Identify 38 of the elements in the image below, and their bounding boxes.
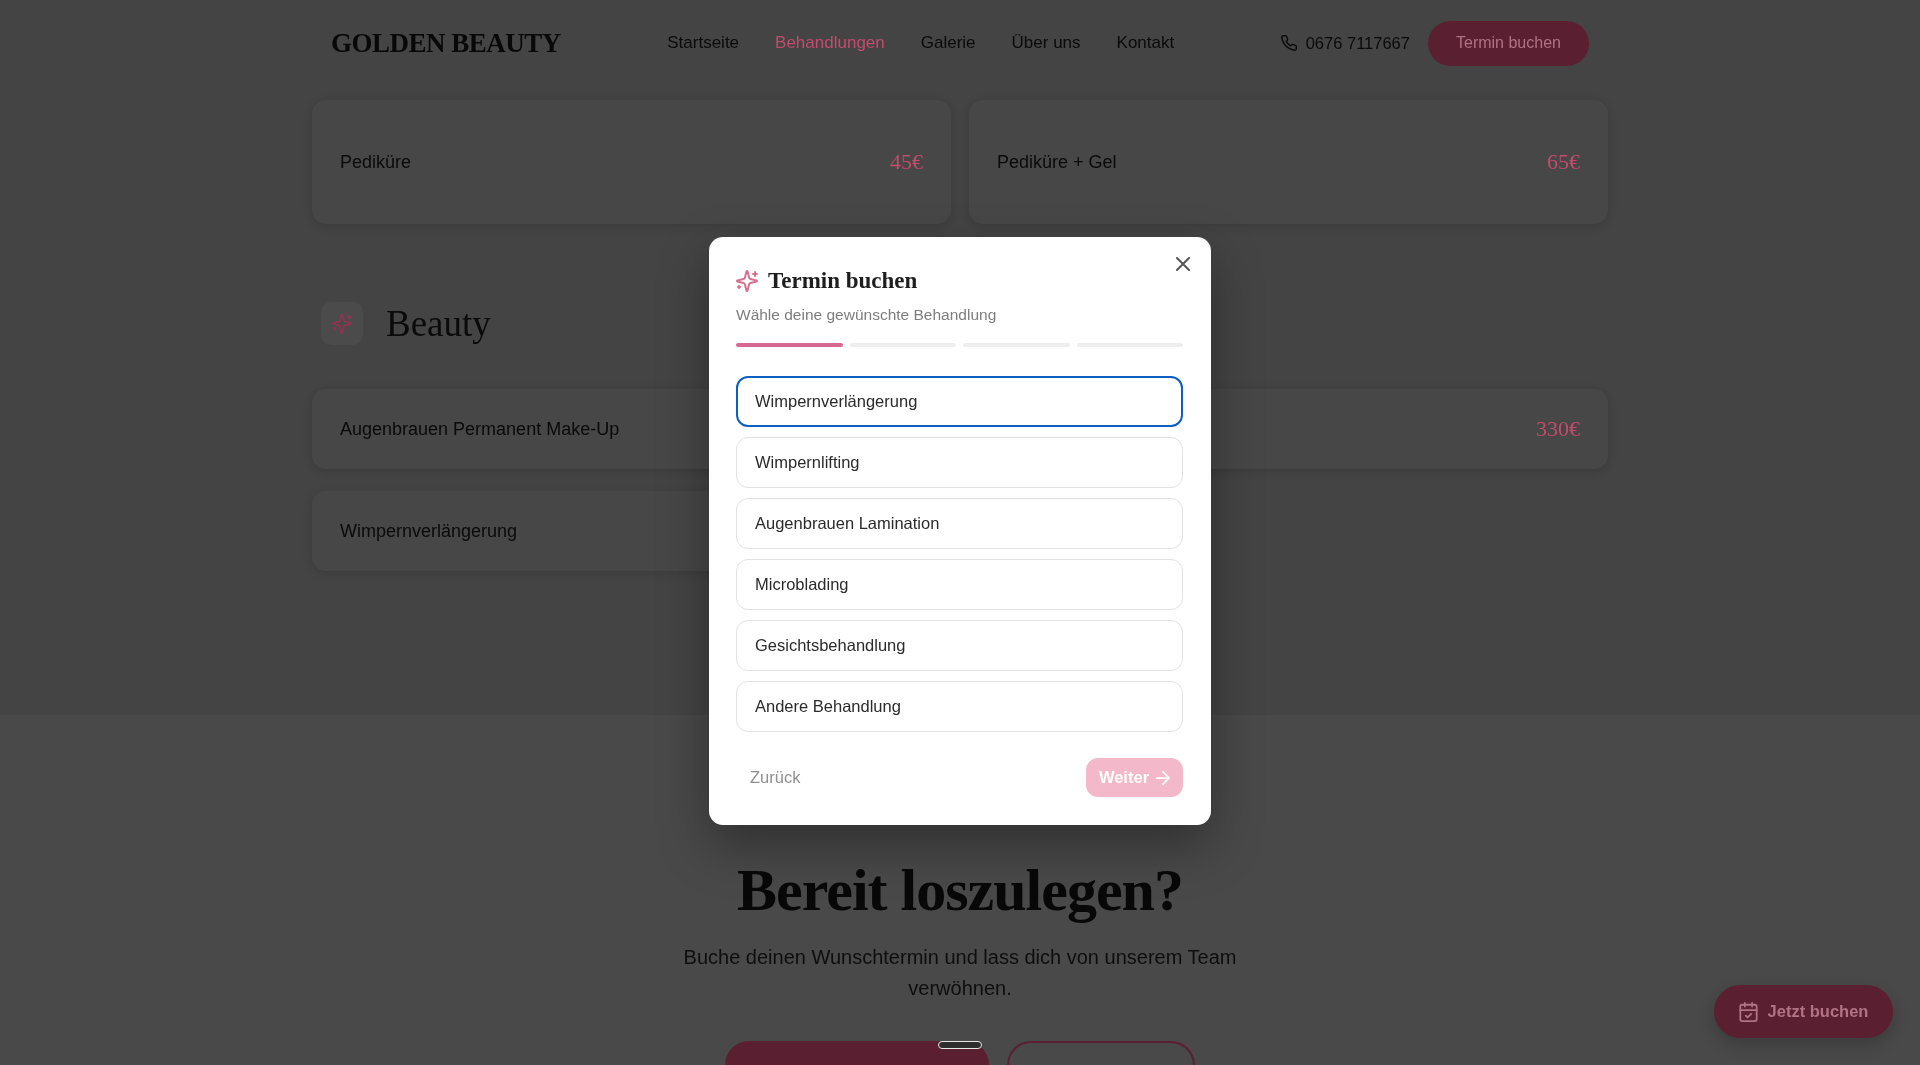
pill-indicator — [938, 1041, 982, 1049]
cta-text: Buche deinen Wunschtermin und lass dich von unserem Team verwöhnen. — [682, 945, 1238, 1001]
treatment-option[interactable]: Wimpernlifting — [736, 437, 1183, 488]
phone-icon — [1280, 35, 1297, 51]
sparkle-icon — [321, 302, 363, 345]
service-price: 65€ — [1547, 149, 1580, 175]
back-button[interactable]: Zurück — [736, 760, 815, 795]
cta-button[interactable] — [1007, 1041, 1195, 1065]
arrow-right-icon — [1156, 770, 1171, 785]
calendar-icon — [1738, 1001, 1758, 1022]
treatment-option[interactable]: Wimpernverlängerung — [736, 376, 1183, 427]
nav-link[interactable]: Kontakt — [1116, 33, 1175, 53]
book-now-button[interactable]: Jetzt buchen — [1714, 985, 1893, 1038]
service-price: 330€ — [1536, 416, 1580, 442]
service-price: 45€ — [890, 149, 923, 175]
treatment-option[interactable]: Microblading — [736, 559, 1183, 610]
treatment-option[interactable]: Augenbrauen Lamination — [736, 498, 1183, 549]
nav-link[interactable]: Galerie — [920, 33, 976, 53]
nav-link[interactable]: Behandlungen — [775, 33, 885, 53]
phone-link[interactable]: 0676 7117667 — [1280, 33, 1410, 53]
treatment-option[interactable]: Andere Behandlung — [736, 681, 1183, 732]
nav-link[interactable]: Startseite — [667, 33, 740, 53]
close-icon — [1176, 257, 1190, 271]
nav-link[interactable]: Über uns — [1011, 33, 1081, 53]
sparkle-icon — [736, 270, 758, 292]
cta-button[interactable] — [725, 1041, 989, 1065]
service-name: Pediküre + Gel — [997, 151, 1117, 173]
treatment-option[interactable]: Gesichtsbehandlung — [736, 620, 1183, 671]
service-name: Pediküre — [340, 151, 412, 173]
dialog-title: Termin buchen — [768, 267, 918, 295]
book-appointment-button[interactable]: Termin buchen — [1428, 20, 1589, 66]
close-button[interactable] — [1174, 255, 1192, 273]
dialog-subtitle: Wähle deine gewünschte Behandlung — [736, 305, 998, 325]
service-name: Wimpernverlängerung — [340, 520, 518, 542]
service-name: Augenbrauen Permanent Make-Up — [340, 418, 620, 440]
section-heading: Beauty — [386, 302, 491, 345]
brand-logo[interactable]: GOLDEN BEAUTY — [331, 27, 561, 59]
cta-heading: Bereit loszulegen? — [736, 856, 1184, 925]
